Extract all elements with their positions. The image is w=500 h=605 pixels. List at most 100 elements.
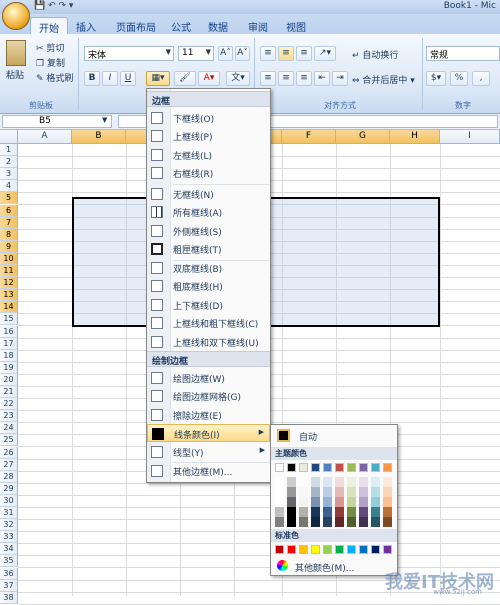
tab-formulas[interactable]: 公式 bbox=[163, 17, 199, 34]
row-header[interactable]: 16 bbox=[0, 325, 18, 338]
menu-item-line-style[interactable]: 线型(Y) ▶ bbox=[147, 443, 270, 461]
merge-center-button[interactable]: ⇔ 合并后居中 ▾ bbox=[352, 73, 415, 86]
row-header[interactable]: 33 bbox=[0, 531, 18, 544]
menu-item-no-border[interactable]: 无框线(N) bbox=[147, 185, 270, 203]
theme-color-shade-swatch[interactable] bbox=[371, 517, 380, 527]
font-size-combo[interactable]: 11 ▼ bbox=[178, 46, 214, 61]
theme-color-swatch[interactable] bbox=[275, 463, 284, 472]
theme-color-shade-swatch[interactable] bbox=[371, 487, 380, 497]
row-header[interactable]: 2 bbox=[0, 156, 18, 169]
standard-color-swatch[interactable] bbox=[275, 545, 284, 554]
menu-item-left-border[interactable]: 左框线(L) bbox=[147, 146, 270, 164]
theme-color-shade-swatch[interactable] bbox=[311, 517, 320, 527]
theme-color-shade-swatch[interactable] bbox=[287, 507, 296, 517]
standard-color-swatch[interactable] bbox=[359, 545, 368, 554]
theme-color-swatch[interactable] bbox=[371, 463, 380, 472]
automatic-color-option[interactable]: 自动 bbox=[273, 428, 395, 444]
row-header[interactable]: 25 bbox=[0, 434, 18, 447]
row-header[interactable]: 3 bbox=[0, 168, 18, 181]
theme-color-shade-swatch[interactable] bbox=[347, 487, 356, 497]
theme-color-shade-swatch[interactable] bbox=[275, 497, 284, 507]
theme-color-shade-swatch[interactable] bbox=[299, 517, 308, 527]
office-button[interactable] bbox=[2, 2, 30, 30]
theme-color-shade-swatch[interactable] bbox=[359, 477, 368, 487]
theme-color-swatch[interactable] bbox=[323, 463, 332, 472]
theme-color-shade-swatch[interactable] bbox=[335, 517, 344, 527]
theme-color-shade-swatch[interactable] bbox=[299, 487, 308, 497]
theme-color-shade-swatch[interactable] bbox=[311, 507, 320, 517]
underline-button[interactable]: U bbox=[120, 71, 136, 86]
align-bottom-button[interactable]: ≡ bbox=[296, 46, 312, 61]
theme-color-shade-swatch[interactable] bbox=[287, 487, 296, 497]
row-header[interactable]: 13 bbox=[0, 289, 18, 302]
theme-color-shade-swatch[interactable] bbox=[347, 517, 356, 527]
row-header[interactable]: 4 bbox=[0, 180, 18, 193]
tab-view[interactable]: 视图 bbox=[278, 17, 314, 34]
tab-review[interactable]: 审阅 bbox=[240, 17, 276, 34]
row-header[interactable]: 12 bbox=[0, 277, 18, 290]
standard-color-swatch[interactable] bbox=[287, 545, 296, 554]
row-header[interactable]: 29 bbox=[0, 482, 18, 495]
standard-color-swatch[interactable] bbox=[347, 545, 356, 554]
row-header[interactable]: 36 bbox=[0, 567, 18, 580]
menu-item-top-border[interactable]: 上框线(P) bbox=[147, 127, 270, 145]
theme-color-swatch[interactable] bbox=[347, 463, 356, 472]
tab-home[interactable]: 开始 bbox=[30, 17, 68, 35]
theme-color-shade-swatch[interactable] bbox=[275, 507, 284, 517]
theme-color-shade-swatch[interactable] bbox=[383, 517, 392, 527]
comma-button[interactable]: , bbox=[472, 71, 490, 86]
row-header[interactable]: 7 bbox=[0, 216, 18, 229]
theme-color-shade-swatch[interactable] bbox=[311, 497, 320, 507]
theme-color-shade-swatch[interactable] bbox=[359, 507, 368, 517]
theme-color-shade-swatch[interactable] bbox=[335, 487, 344, 497]
increase-indent-button[interactable]: ⇥ bbox=[332, 71, 348, 86]
theme-color-shade-swatch[interactable] bbox=[383, 507, 392, 517]
theme-color-shade-swatch[interactable] bbox=[311, 487, 320, 497]
italic-button[interactable]: I bbox=[102, 71, 118, 86]
theme-color-shade-swatch[interactable] bbox=[371, 507, 380, 517]
font-color-button[interactable]: A▾ bbox=[198, 71, 220, 86]
menu-item-top-bottom-border[interactable]: 上下框线(D) bbox=[147, 296, 270, 314]
align-left-button[interactable]: ≡ bbox=[260, 71, 276, 86]
bold-button[interactable]: B bbox=[84, 71, 100, 86]
font-name-combo[interactable]: 宋体 ▼ bbox=[84, 46, 174, 61]
row-header[interactable]: 34 bbox=[0, 543, 18, 556]
row-header[interactable]: 30 bbox=[0, 494, 18, 507]
theme-color-shade-swatch[interactable] bbox=[347, 477, 356, 487]
theme-color-shade-swatch[interactable] bbox=[383, 497, 392, 507]
row-header[interactable]: 31 bbox=[0, 507, 18, 519]
align-center-button[interactable]: ≡ bbox=[278, 71, 294, 86]
row-header[interactable]: 38 bbox=[0, 591, 18, 604]
wrap-text-button[interactable]: ↵ 自动换行 bbox=[352, 48, 398, 61]
row-header[interactable]: 18 bbox=[0, 349, 18, 362]
theme-color-swatch[interactable] bbox=[383, 463, 392, 472]
column-header[interactable]: F bbox=[282, 130, 336, 144]
border-button[interactable]: ▦▾ bbox=[146, 71, 170, 86]
row-header[interactable]: 28 bbox=[0, 470, 18, 483]
paste-icon[interactable] bbox=[6, 40, 26, 66]
theme-color-shade-swatch[interactable] bbox=[323, 507, 332, 517]
row-header[interactable]: 11 bbox=[0, 265, 18, 277]
column-header[interactable]: I bbox=[440, 130, 500, 144]
tab-data[interactable]: 数据 bbox=[200, 17, 236, 34]
column-header[interactable]: H bbox=[390, 130, 440, 144]
theme-color-shade-swatch[interactable] bbox=[323, 487, 332, 497]
theme-color-shade-swatch[interactable] bbox=[275, 517, 284, 527]
theme-color-shade-swatch[interactable] bbox=[311, 477, 320, 487]
standard-color-swatch[interactable] bbox=[311, 545, 320, 554]
theme-color-swatch[interactable] bbox=[287, 463, 296, 472]
theme-color-swatch[interactable] bbox=[299, 463, 308, 472]
menu-item-draw-border-grid[interactable]: 绘图边框网格(G) bbox=[147, 387, 270, 405]
format-painter-button[interactable]: ✎ 格式刷 bbox=[36, 71, 73, 84]
row-header[interactable]: 19 bbox=[0, 361, 18, 374]
theme-color-shade-swatch[interactable] bbox=[287, 477, 296, 487]
theme-color-shade-swatch[interactable] bbox=[335, 477, 344, 487]
menu-item-draw-border[interactable]: 绘图边框(W) bbox=[147, 369, 270, 387]
theme-color-swatch[interactable] bbox=[311, 463, 320, 472]
row-header[interactable]: 10 bbox=[0, 252, 18, 265]
theme-color-shade-swatch[interactable] bbox=[287, 517, 296, 527]
standard-color-swatch[interactable] bbox=[323, 545, 332, 554]
theme-color-shade-swatch[interactable] bbox=[359, 517, 368, 527]
theme-color-shade-swatch[interactable] bbox=[383, 477, 392, 487]
menu-item-right-border[interactable]: 右框线(R) bbox=[147, 164, 270, 182]
